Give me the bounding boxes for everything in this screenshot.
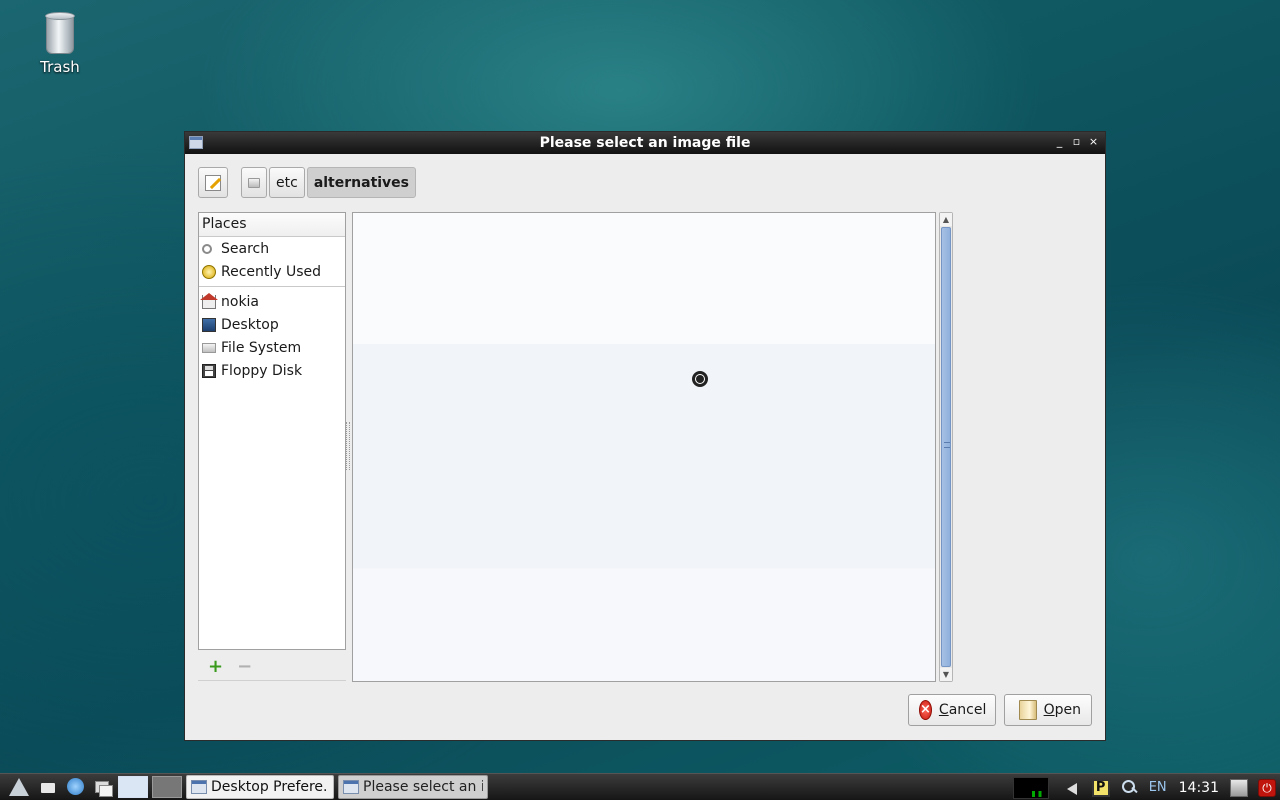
clock[interactable]: 14:31 <box>1179 780 1219 796</box>
crumb-alternatives[interactable]: alternatives <box>306 167 417 198</box>
crumb-etc[interactable]: etc <box>269 167 305 198</box>
disk-icon <box>202 342 216 353</box>
system-tray: P EN 14:31 ⏻ <box>1012 774 1280 800</box>
desktop-icon-label: Trash <box>40 58 80 76</box>
title-bar[interactable]: Please select an image file _ ▫ × <box>185 132 1105 154</box>
workspace-1[interactable] <box>118 776 148 798</box>
type-location-button[interactable] <box>198 167 228 198</box>
places-item-label: File System <box>221 339 302 356</box>
volume-icon[interactable] <box>1064 779 1082 797</box>
web-browser-icon[interactable] <box>65 777 87 797</box>
workspace-2[interactable] <box>152 776 182 798</box>
scrollbar-thumb[interactable] <box>941 227 951 667</box>
crumb-filesystem[interactable] <box>241 167 267 198</box>
task-select-image[interactable]: Please select an i... <box>338 775 488 799</box>
places-item-label: Search <box>221 240 270 257</box>
task-desktop-preferences[interactable]: Desktop Prefere... <box>186 775 334 799</box>
places-item-recently-used[interactable]: Recently Used <box>199 260 345 283</box>
places-item-label: Floppy Disk <box>221 362 303 379</box>
cancel-label: Cancel <box>938 702 987 718</box>
p-tray-icon[interactable]: P <box>1091 778 1110 797</box>
window-icon[interactable] <box>189 136 203 149</box>
filesystem-icon <box>248 177 260 188</box>
scroll-up-arrow-icon[interactable]: ▲ <box>940 213 952 226</box>
taskbar: Desktop Prefere... Please select an i...… <box>0 773 1280 800</box>
add-bookmark-button[interactable]: + <box>208 656 223 677</box>
file-manager-icon[interactable] <box>38 777 60 797</box>
cancel-button[interactable]: × Cancel <box>908 694 996 726</box>
scroll-down-arrow-icon[interactable]: ▼ <box>940 668 952 681</box>
search-icon <box>202 243 212 254</box>
pencil-icon <box>205 174 221 191</box>
minimize-button[interactable]: _ <box>1054 135 1065 149</box>
power-icon[interactable]: ⏻ <box>1258 778 1276 797</box>
cancel-icon: × <box>919 700 932 720</box>
places-actions: + − <box>198 653 346 681</box>
places-item-file-system[interactable]: File System <box>199 336 345 359</box>
keyboard-layout[interactable]: EN <box>1149 780 1167 795</box>
open-label: Open <box>1043 702 1081 718</box>
open-icon <box>1019 700 1037 720</box>
close-button[interactable]: × <box>1088 135 1099 149</box>
loading-spinner-icon <box>692 371 708 387</box>
places-item-home[interactable]: nokia <box>199 290 345 313</box>
places-separator <box>199 286 345 287</box>
open-button[interactable]: Open <box>1004 694 1092 726</box>
places-sidebar: Places Search Recently Used nokia Deskto… <box>198 212 346 650</box>
file-list[interactable] <box>352 212 936 682</box>
show-windows-icon[interactable] <box>92 777 114 797</box>
clock-icon <box>202 264 216 279</box>
places-item-label: Desktop <box>221 316 279 333</box>
window-icon <box>343 780 359 794</box>
home-icon <box>200 292 218 309</box>
remove-bookmark-button[interactable]: − <box>237 656 252 677</box>
cpu-monitor-graph[interactable] <box>1012 776 1049 799</box>
places-header[interactable]: Places <box>199 213 345 237</box>
desktop-icon <box>202 317 216 332</box>
app-menu-icon[interactable] <box>5 776 33 798</box>
desktop-icon-trash[interactable]: Trash <box>30 12 90 76</box>
window-icon <box>191 780 207 794</box>
places-item-search[interactable]: Search <box>199 237 345 260</box>
places-item-label: Recently Used <box>221 263 322 280</box>
search-tray-icon[interactable] <box>1120 779 1138 797</box>
file-list-scrollbar[interactable]: ▲ ▼ <box>939 212 953 682</box>
floppy-icon <box>202 363 216 378</box>
pane-resize-handle[interactable] <box>346 422 350 470</box>
maximize-button[interactable]: ▫ <box>1071 135 1082 149</box>
places-item-label: nokia <box>221 293 260 310</box>
places-item-desktop[interactable]: Desktop <box>199 313 345 336</box>
window-title: Please select an image file <box>539 135 751 151</box>
lock-screen-icon[interactable] <box>1230 778 1248 797</box>
trash-icon <box>45 12 75 54</box>
file-chooser-dialog: Please select an image file _ ▫ × etc al… <box>184 131 1106 741</box>
places-item-floppy-disk[interactable]: Floppy Disk <box>199 359 345 382</box>
path-bar: etc alternatives <box>198 167 418 198</box>
